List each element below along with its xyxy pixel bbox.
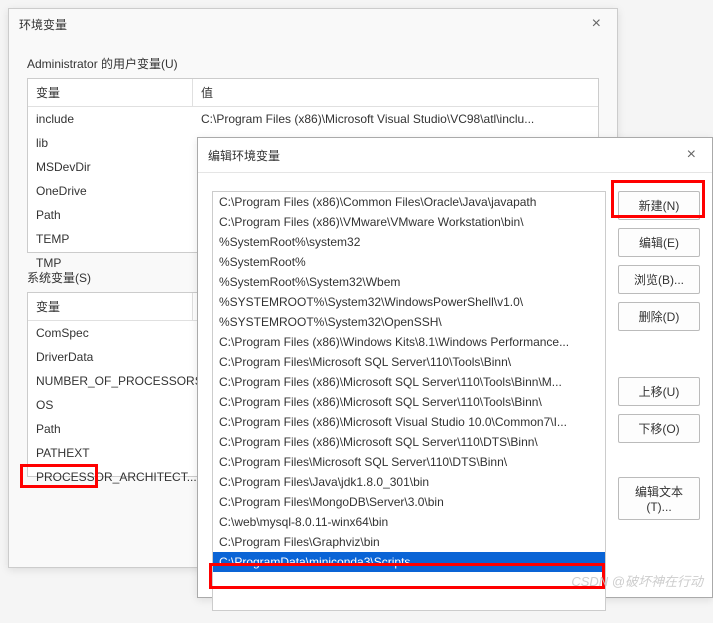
list-item[interactable]: C:\Program Files\MongoDB\Server\3.0\bin	[213, 492, 605, 512]
var-name: PATHEXT	[28, 441, 193, 465]
dialog2-titlebar: 编辑环境变量 ×	[198, 138, 712, 173]
list-item[interactable]: C:\Program Files (x86)\Microsoft Visual …	[213, 412, 605, 432]
list-item[interactable]: C:\Program Files\Java\jdk1.8.0_301\bin	[213, 472, 605, 492]
delete-button[interactable]: 删除(D)	[618, 302, 700, 331]
var-name: include	[28, 107, 193, 131]
user-vars-label: Administrator 的用户变量(U)	[27, 55, 617, 72]
path-list[interactable]: C:\Program Files (x86)\Common Files\Orac…	[212, 191, 606, 611]
dialog1-title: 环境变量	[19, 16, 67, 33]
button-column: 新建(N) 编辑(E) 浏览(B)... 删除(D) 上移(U) 下移(O) 编…	[618, 191, 700, 611]
table-row[interactable]: includeC:\Program Files (x86)\Microsoft …	[28, 107, 598, 131]
browse-button[interactable]: 浏览(B)...	[618, 265, 700, 294]
list-item[interactable]: C:\web\mysql-8.0.11-winx64\bin	[213, 512, 605, 532]
var-name: OS	[28, 393, 193, 417]
list-item[interactable]: C:\Program Files (x86)\Microsoft SQL Ser…	[213, 372, 605, 392]
var-name: DriverData	[28, 345, 193, 369]
header-name[interactable]: 变量	[28, 79, 193, 106]
edittext-button[interactable]: 编辑文本(T)...	[618, 477, 700, 520]
list-item[interactable]: C:\Program Files (x86)\Common Files\Orac…	[213, 192, 605, 212]
edit-button[interactable]: 编辑(E)	[618, 228, 700, 257]
list-item[interactable]: %SystemRoot%\System32\Wbem	[213, 272, 605, 292]
annotation-highlight	[20, 464, 98, 488]
list-item[interactable]: %SYSTEMROOT%\System32\WindowsPowerShell\…	[213, 292, 605, 312]
var-name: NUMBER_OF_PROCESSORS	[28, 369, 193, 393]
var-name: Path	[28, 203, 193, 227]
dialog1-titlebar: 环境变量 ×	[9, 9, 617, 39]
var-name: ComSpec	[28, 321, 193, 345]
var-name: Path	[28, 417, 193, 441]
var-name: lib	[28, 131, 193, 155]
list-item[interactable]: C:\Program Files (x86)\Windows Kits\8.1\…	[213, 332, 605, 352]
close-icon[interactable]: ×	[681, 146, 702, 164]
var-name: OneDrive	[28, 179, 193, 203]
list-item[interactable]: C:\Program Files (x86)\Microsoft SQL Ser…	[213, 392, 605, 412]
user-vars-header: 变量 值	[28, 79, 598, 107]
list-item[interactable]: C:\Program Files\Graphviz\bin	[213, 532, 605, 552]
list-item[interactable]: %SYSTEMROOT%\System32\OpenSSH\	[213, 312, 605, 332]
var-name: TEMP	[28, 227, 193, 251]
list-item[interactable]: %SystemRoot%	[213, 252, 605, 272]
close-icon[interactable]: ×	[586, 15, 607, 33]
list-item[interactable]: C:\Program Files (x86)\Microsoft SQL Ser…	[213, 432, 605, 452]
list-item[interactable]: C:\Program Files\Microsoft SQL Server\11…	[213, 352, 605, 372]
list-item[interactable]: C:\Program Files\Microsoft SQL Server\11…	[213, 452, 605, 472]
list-item[interactable]: %SystemRoot%\system32	[213, 232, 605, 252]
header-value[interactable]: 值	[193, 79, 598, 106]
movedown-button[interactable]: 下移(O)	[618, 414, 700, 443]
dialog2-title: 编辑环境变量	[208, 147, 280, 164]
var-value: C:\Program Files (x86)\Microsoft Visual …	[193, 107, 598, 131]
moveup-button[interactable]: 上移(U)	[618, 377, 700, 406]
annotation-highlight	[209, 563, 605, 589]
list-item[interactable]: C:\Program Files (x86)\VMware\VMware Wor…	[213, 212, 605, 232]
annotation-highlight	[611, 180, 705, 218]
header-name[interactable]: 变量	[28, 293, 193, 320]
dialog2-body: C:\Program Files (x86)\Common Files\Orac…	[198, 173, 712, 623]
var-name: MSDevDir	[28, 155, 193, 179]
